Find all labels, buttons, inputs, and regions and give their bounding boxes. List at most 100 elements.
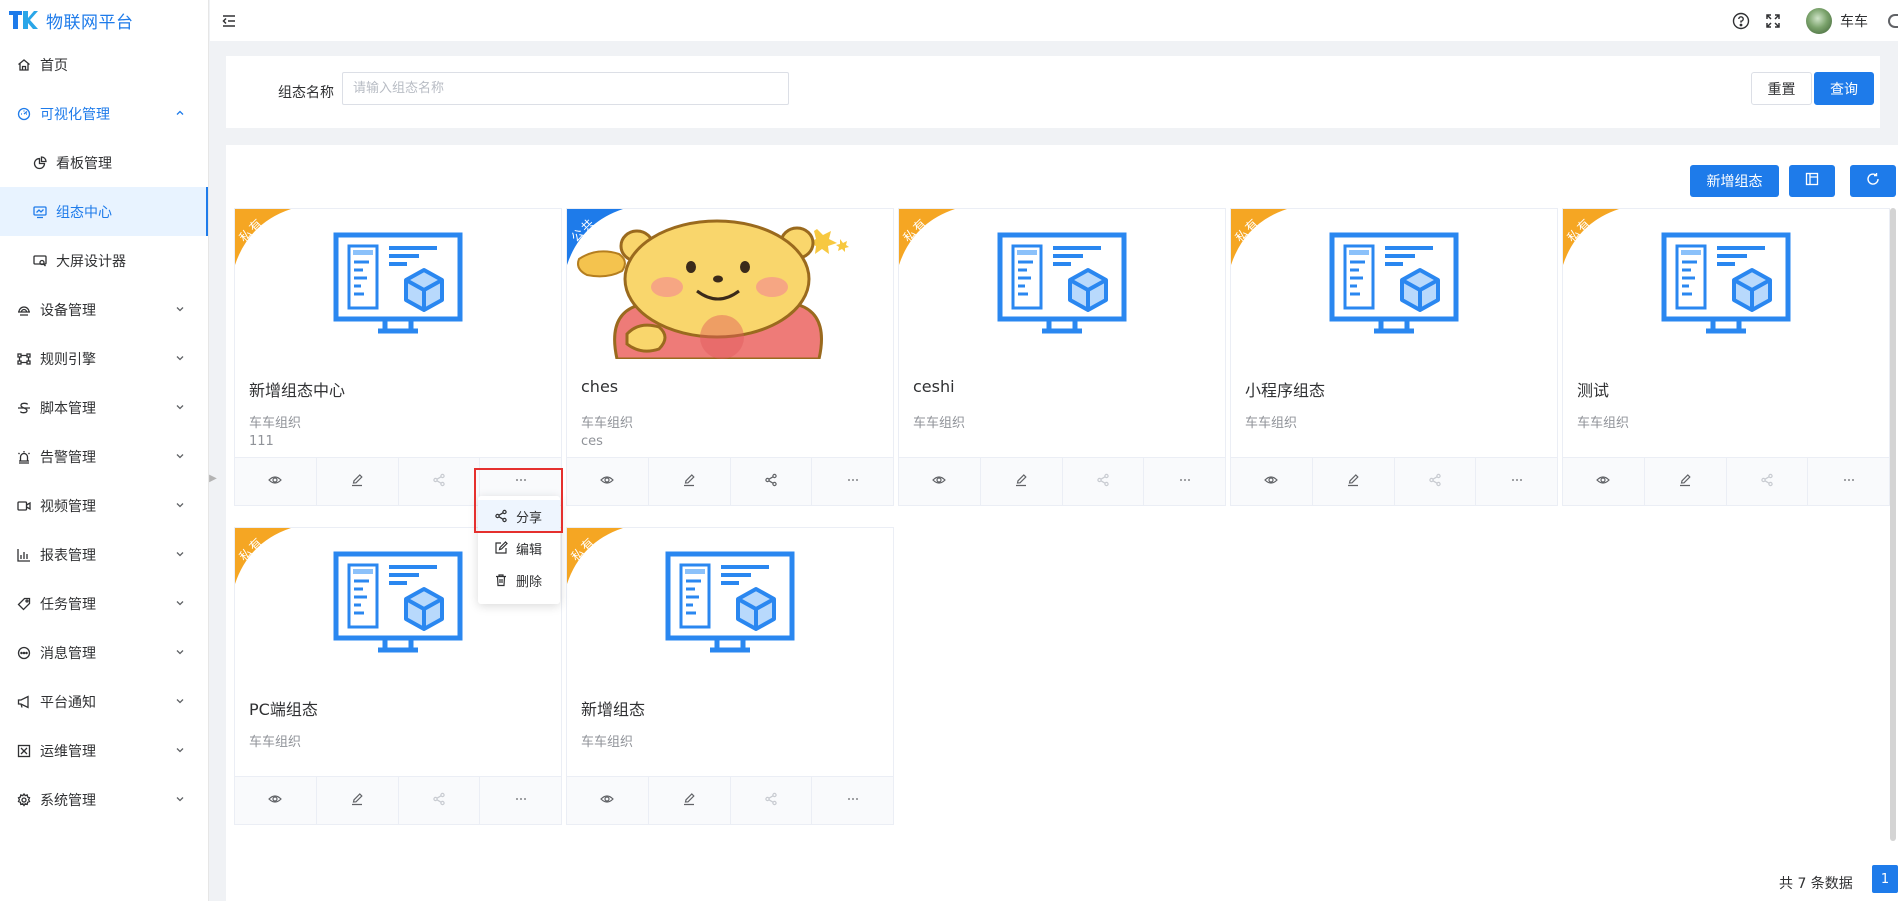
logo[interactable]: 物联网平台 [0,0,208,40]
edit-button[interactable] [1645,458,1727,505]
sidebar-item-screen-designer[interactable]: 大屏设计器 [0,236,208,285]
card-badge: 私有 [235,528,325,618]
scada-card[interactable]: 公共 ches 车车组织 ces [566,208,894,506]
sidebar-item-visualization[interactable]: 可视化管理 [0,89,208,138]
settings-icon[interactable] [1888,13,1898,28]
view-button[interactable] [567,458,649,505]
sidebar-item-alarm[interactable]: 告警管理 [0,432,208,481]
report-icon [16,547,32,563]
sidebar-item-label: 可视化管理 [40,106,110,123]
more-button[interactable] [480,777,561,824]
scada-card[interactable]: 私有 ceshi 车车组织 [898,208,1226,506]
dropdown-item-edit[interactable]: 编辑 [478,532,560,564]
sidebar-item-label: 大屏设计器 [56,253,126,270]
menu-fold-icon[interactable] [220,12,238,30]
add-scada-button[interactable]: 新增组态 [1690,165,1779,197]
chevron-down-icon [174,695,186,707]
share-icon [764,473,778,491]
card-actions [235,776,561,824]
edit-button[interactable] [649,458,731,505]
pie-chart-icon [32,155,48,171]
dropdown-item-delete[interactable]: 删除 [478,564,560,596]
more-button[interactable] [1808,458,1889,505]
pencil-icon [350,473,364,491]
view-button[interactable] [1231,458,1313,505]
sidebar-item-system[interactable]: 系统管理 [0,775,208,824]
card-org: 车车组织 [1245,416,1298,431]
app-title: 物联网平台 [46,12,134,33]
share-button[interactable] [1063,458,1145,505]
more-button[interactable] [812,777,893,824]
scada-card[interactable]: 私有 测试 车车组织 [1562,208,1890,506]
sidebar-item-label: 运维管理 [40,743,96,760]
pagination-page-1[interactable]: 1 [1872,865,1898,893]
refresh-button[interactable] [1850,165,1896,197]
sidebar-collapse-handle[interactable]: ▶ [209,470,217,486]
view-button[interactable] [235,458,317,505]
view-button[interactable] [899,458,981,505]
pagination-total: 共 7 条数据 [1779,876,1853,892]
edit-button[interactable] [649,777,731,824]
sidebar-item-task[interactable]: 任务管理 [0,579,208,628]
card-title: ceshi [913,377,955,396]
edit-button[interactable] [981,458,1063,505]
screen-designer-icon [32,253,48,269]
pencil-icon [1678,473,1692,491]
query-button[interactable]: 查询 [1814,72,1874,105]
card-actions [1563,457,1889,505]
view-button[interactable] [567,777,649,824]
sidebar-item-message[interactable]: 消息管理 [0,628,208,677]
scada-illustration [1661,232,1791,334]
more-button[interactable] [1144,458,1225,505]
share-button[interactable] [731,458,813,505]
reset-button[interactable]: 重置 [1751,72,1812,105]
eye-icon [932,473,947,491]
sidebar-item-rule-engine[interactable]: 规则引擎 [0,334,208,383]
card-org: 车车组织 [913,416,966,431]
more-button[interactable] [812,458,893,505]
username[interactable]: 车车 [1840,11,1868,31]
sidebar-item-home[interactable]: 首页 [0,40,208,89]
sidebar-item-label: 系统管理 [40,792,96,809]
sidebar-item-video[interactable]: 视频管理 [0,481,208,530]
chevron-up-icon [174,107,186,119]
card-actions [899,457,1225,505]
scada-card[interactable]: 私有 新增组态 车车组织 [566,527,894,825]
scada-card[interactable]: 私有 新增组态中心 车车组织 111 [234,208,562,506]
sidebar-item-scada-center[interactable]: 组态中心 [0,187,208,236]
scada-card[interactable]: 私有 小程序组态 车车组织 [1230,208,1558,506]
scada-illustration [1329,232,1459,334]
scada-illustration [333,232,463,334]
help-icon[interactable] [1732,12,1750,30]
share-button[interactable] [399,777,481,824]
share-icon [1096,473,1110,491]
edit-button[interactable] [1313,458,1395,505]
avatar[interactable] [1806,7,1832,34]
share-button[interactable] [399,458,481,505]
more-button[interactable] [1476,458,1557,505]
view-button[interactable] [1563,458,1645,505]
share-button[interactable] [1727,458,1809,505]
sidebar-item-kanban[interactable]: 看板管理 [0,138,208,187]
rule-icon [16,351,32,367]
scrollbar[interactable] [1890,208,1896,841]
layout-toggle-button[interactable] [1789,165,1835,197]
sidebar-item-script[interactable]: 脚本管理 [0,383,208,432]
sidebar: 物联网平台 首页 可视化管理 看板管理 组态中心 大屏设计器 设备管理 规则引擎… [0,0,209,901]
sidebar-item-label: 视频管理 [40,498,96,515]
search-input[interactable] [342,72,789,105]
refresh-icon [1866,172,1880,190]
task-icon [16,596,32,612]
edit-button[interactable] [317,458,399,505]
sidebar-item-device[interactable]: 设备管理 [0,285,208,334]
sidebar-item-ops[interactable]: 运维管理 [0,726,208,775]
share-button[interactable] [731,777,813,824]
sidebar-item-report[interactable]: 报表管理 [0,530,208,579]
more-icon [1842,473,1856,491]
edit-button[interactable] [317,777,399,824]
more-icon [514,792,528,810]
view-button[interactable] [235,777,317,824]
share-button[interactable] [1395,458,1477,505]
sidebar-item-notice[interactable]: 平台通知 [0,677,208,726]
fullscreen-icon[interactable] [1764,12,1782,30]
